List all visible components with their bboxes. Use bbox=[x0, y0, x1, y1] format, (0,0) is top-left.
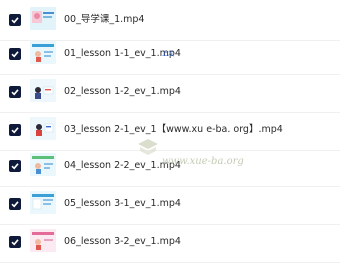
checkbox-checked[interactable] bbox=[9, 86, 21, 98]
file-row[interactable]: 00_导学课_1.mp4 bbox=[0, 7, 340, 41]
last-played-badge: 上次 bbox=[162, 51, 175, 58]
check-icon bbox=[11, 51, 19, 58]
file-name[interactable]: 00_导学课_1.mp4 bbox=[64, 14, 144, 26]
checkbox-checked[interactable] bbox=[9, 198, 21, 210]
thumbnail-image-icon bbox=[30, 229, 56, 252]
file-name[interactable]: 06_lesson 3-2_ev_1.mp4 bbox=[64, 236, 181, 248]
checkbox-checked[interactable] bbox=[9, 48, 21, 60]
check-icon bbox=[11, 89, 19, 96]
check-icon bbox=[11, 17, 19, 24]
check-icon bbox=[11, 163, 19, 170]
video-thumbnail[interactable] bbox=[30, 41, 56, 64]
file-row[interactable]: 05_lesson 3-1_ev_1.mp4 bbox=[0, 191, 340, 225]
thumbnail-image-icon bbox=[30, 79, 56, 102]
watermark: www.xue-ba.org bbox=[136, 132, 256, 172]
check-icon bbox=[11, 201, 19, 208]
video-thumbnail[interactable] bbox=[30, 153, 56, 176]
check-icon bbox=[11, 127, 19, 134]
video-thumbnail[interactable] bbox=[30, 117, 56, 140]
video-thumbnail[interactable] bbox=[30, 79, 56, 102]
checkbox-checked[interactable] bbox=[9, 236, 21, 248]
book-logo-icon bbox=[138, 139, 158, 155]
file-row[interactable]: 02_lesson 1-2_ev_1.mp4 bbox=[0, 79, 340, 113]
video-thumbnail[interactable] bbox=[30, 7, 56, 30]
check-icon bbox=[11, 239, 19, 246]
thumbnail-image-icon bbox=[30, 117, 56, 140]
checkbox-checked[interactable] bbox=[9, 14, 21, 26]
thumbnail-image-icon bbox=[30, 41, 56, 64]
thumbnail-image-icon bbox=[30, 7, 56, 30]
file-name[interactable]: 02_lesson 1-2_ev_1.mp4 bbox=[64, 86, 181, 98]
thumbnail-image-icon bbox=[30, 153, 56, 176]
checkbox-checked[interactable] bbox=[9, 160, 21, 172]
file-row[interactable]: 01_lesson 1-1_ev_1.mp4 上次 bbox=[0, 41, 340, 75]
file-list: 00_导学课_1.mp4 01_lesson 1-1_ev_1.mp4 上次 0… bbox=[0, 0, 340, 263]
thumbnail-image-icon bbox=[30, 191, 56, 214]
video-thumbnail[interactable] bbox=[30, 191, 56, 214]
video-thumbnail[interactable] bbox=[30, 229, 56, 252]
watermark-text: www.xue-ba.org bbox=[162, 156, 244, 167]
checkbox-checked[interactable] bbox=[9, 124, 21, 136]
file-name[interactable]: 05_lesson 3-1_ev_1.mp4 bbox=[64, 198, 181, 210]
file-row[interactable]: 06_lesson 3-2_ev_1.mp4 bbox=[0, 229, 340, 263]
